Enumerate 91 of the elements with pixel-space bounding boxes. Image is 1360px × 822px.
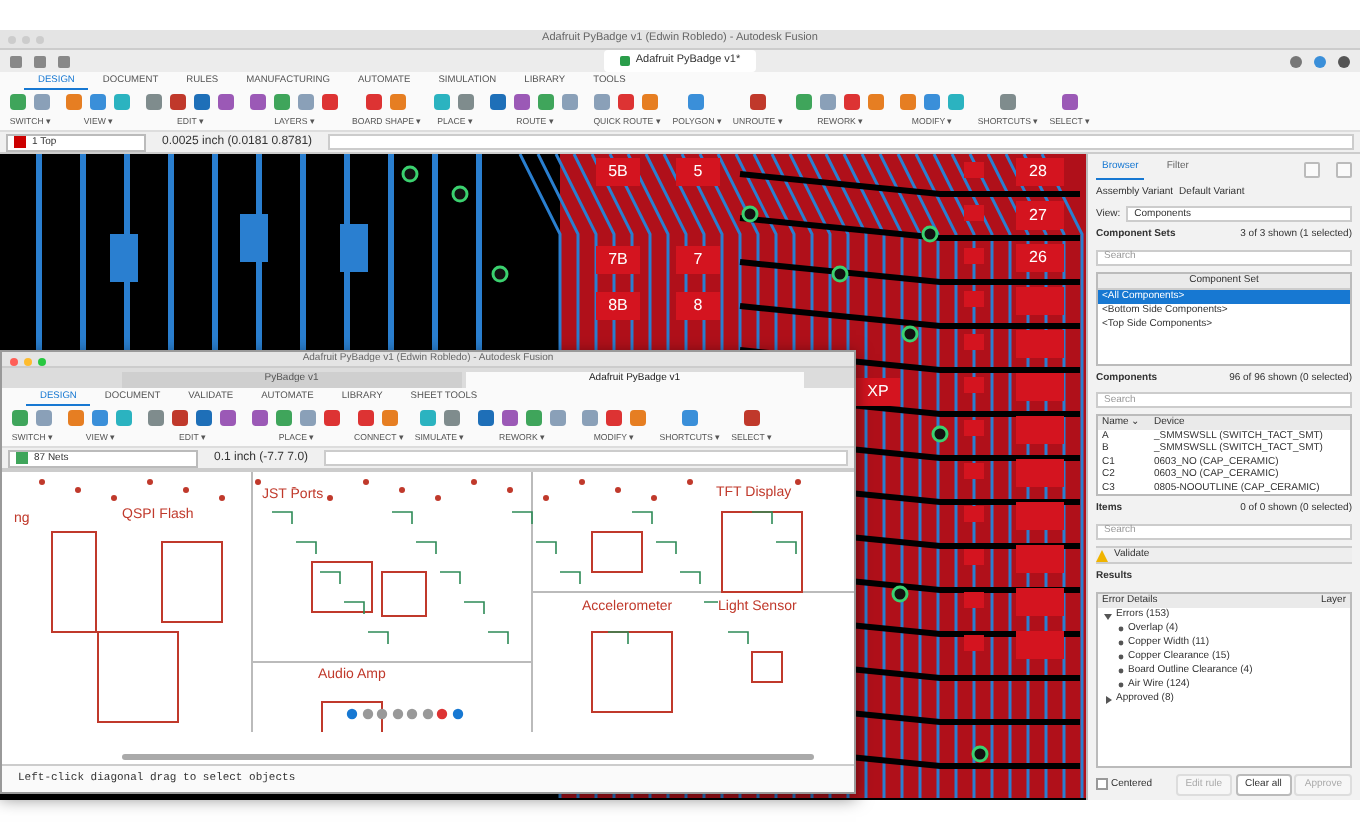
expanded-arrow-icon[interactable]: [1104, 611, 1112, 620]
tool-icon[interactable]: [921, 92, 942, 112]
tool-icon[interactable]: [499, 408, 520, 428]
smd-pad: [340, 224, 368, 273]
smd-pad: [1016, 588, 1064, 617]
smd-pad: [964, 334, 984, 351]
tool-icon[interactable]: [897, 92, 918, 112]
tool-icon[interactable]: [364, 92, 385, 112]
tool-icon[interactable]: [793, 92, 814, 112]
tool-icon[interactable]: [547, 408, 568, 428]
command-field[interactable]: [324, 450, 848, 467]
smd-pad: [1016, 373, 1064, 402]
via-ring: [401, 166, 419, 184]
via-ring: [931, 426, 949, 444]
tool-icon[interactable]: [388, 92, 409, 112]
tool-icon[interactable]: [817, 92, 838, 112]
via-ring: [901, 326, 919, 344]
tool-icon[interactable]: [380, 408, 401, 428]
tool-icon[interactable]: [741, 408, 762, 428]
via-ring: [831, 266, 849, 284]
smd-pad: [964, 377, 984, 394]
smd-pad: [964, 248, 984, 265]
smd-pad: [964, 463, 984, 480]
smd-pad: [964, 506, 984, 523]
net-swatch: [16, 452, 28, 465]
tool-icon[interactable]: [456, 92, 477, 112]
pcb-pad: 7B: [596, 246, 640, 275]
via-ring: [921, 226, 939, 244]
tool-icon[interactable]: [488, 92, 509, 112]
smd-pad: [110, 234, 138, 283]
smd-pad: [1016, 416, 1064, 445]
via-ring: [451, 186, 469, 204]
tool-icon[interactable]: [616, 92, 637, 112]
smd-pad: [964, 162, 984, 179]
tool-icon[interactable]: [417, 408, 438, 428]
tool-icon[interactable]: [747, 92, 768, 112]
tool-icon[interactable]: [512, 92, 533, 112]
checkbox[interactable]: [1096, 778, 1108, 791]
tool-icon[interactable]: [475, 408, 496, 428]
bullet-icon: [1118, 640, 1124, 647]
pcb-pad: 7: [676, 246, 720, 275]
tool-icon[interactable]: [679, 408, 700, 428]
smd-pad: [964, 635, 984, 652]
document-icon: [619, 56, 630, 66]
tool-icon[interactable]: [686, 92, 707, 112]
pcb-pad: 5: [676, 158, 720, 187]
tool-icon[interactable]: [536, 92, 557, 112]
bullet-icon: [1118, 668, 1124, 675]
via-ring: [491, 266, 509, 284]
tool-icon[interactable]: [356, 408, 377, 428]
via-ring: [971, 746, 989, 764]
smd-pad: [1016, 502, 1064, 531]
tool-icon[interactable]: [945, 92, 966, 112]
command-field[interactable]: [328, 134, 1354, 151]
smd-pad: [240, 214, 268, 263]
bullet-icon: [1118, 626, 1124, 633]
tool-icon[interactable]: [432, 92, 453, 112]
pcb-pad: XP: [856, 378, 900, 407]
tool-icon[interactable]: [865, 92, 886, 112]
smd-pad: [1016, 287, 1064, 316]
tool-icon[interactable]: [640, 92, 661, 112]
smd-pad: [964, 291, 984, 308]
layer-swatch: [14, 136, 26, 149]
warning-icon: [1096, 549, 1108, 561]
pcb-pad: 8B: [596, 292, 640, 321]
via-ring: [891, 586, 909, 604]
tool-icon[interactable]: [1059, 92, 1080, 112]
tool-icon[interactable]: [523, 408, 544, 428]
smd-pad: [1016, 330, 1064, 359]
tool-icon[interactable]: [441, 408, 462, 428]
pcb-pad: 8: [676, 292, 720, 321]
tool-icon[interactable]: [997, 92, 1018, 112]
bullet-icon: [1118, 654, 1124, 661]
via-ring: [741, 206, 759, 224]
scrollbar[interactable]: [122, 754, 814, 760]
bullet-icon: [1118, 682, 1124, 689]
smd-pad: [964, 592, 984, 609]
smd-pad: [1016, 459, 1064, 488]
tool-icon[interactable]: [560, 92, 581, 112]
tool-icon[interactable]: [627, 408, 648, 428]
tool-icon[interactable]: [603, 408, 624, 428]
collapsed-arrow-icon[interactable]: [1104, 695, 1112, 704]
smd-pad: [964, 549, 984, 566]
tool-icon[interactable]: [841, 92, 862, 112]
smd-pad: [1016, 545, 1064, 574]
smd-pad: [964, 420, 984, 437]
tool-icon[interactable]: [579, 408, 600, 428]
smd-pad: [964, 205, 984, 222]
pcb-pad: 5B: [596, 158, 640, 187]
tool-icon[interactable]: [592, 92, 613, 112]
smd-pad: [1016, 631, 1064, 660]
